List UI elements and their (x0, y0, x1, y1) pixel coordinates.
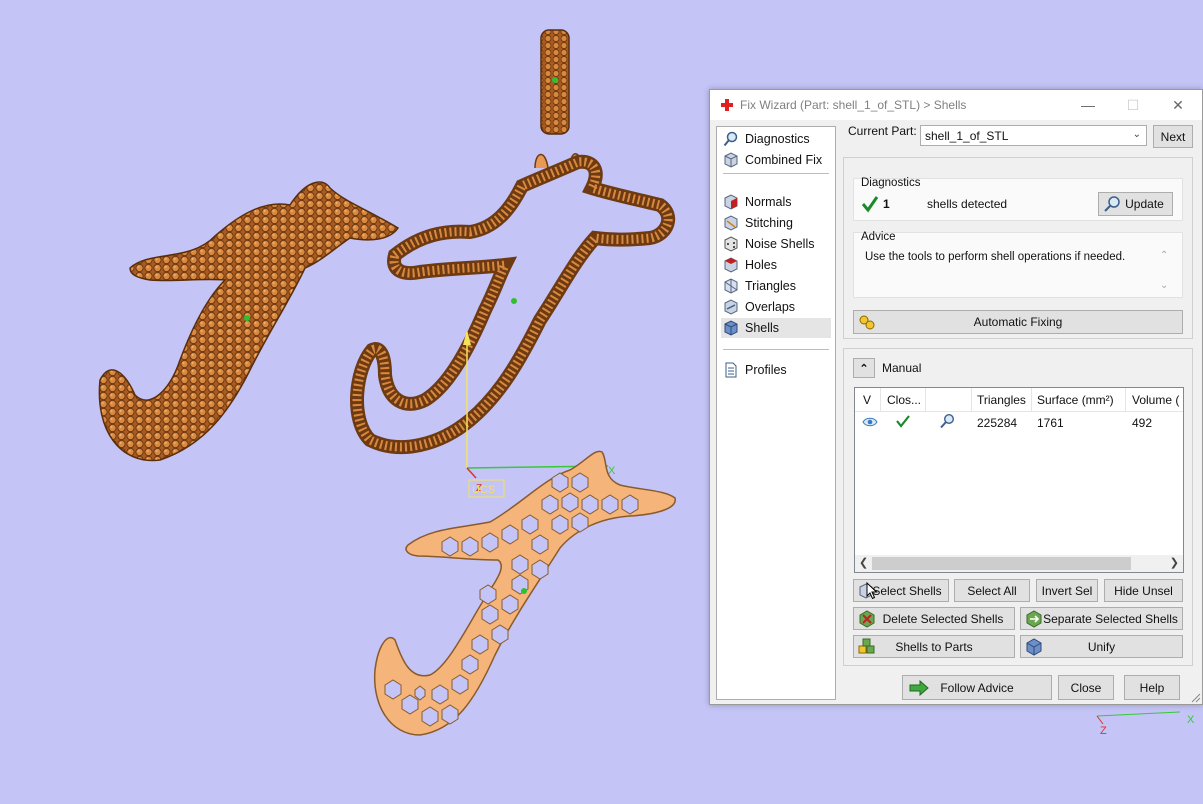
hide-unsel-button[interactable]: Hide Unsel (1104, 579, 1183, 602)
cube-unify-icon (1026, 637, 1042, 656)
nav-item-shells[interactable]: Shells (721, 318, 831, 338)
triangle-mesh-icon (724, 278, 738, 294)
automatic-fixing-button[interactable]: Automatic Fixing (853, 310, 1183, 334)
nav-item-stitching[interactable]: Stitching (721, 213, 831, 233)
document-icon (725, 362, 737, 378)
nav-item-holes[interactable]: Holes (721, 255, 831, 275)
arrow-right-icon (909, 679, 929, 696)
fix-wizard-dialog: Fix Wizard (Part: shell_1_of_STL) > Shel… (709, 89, 1203, 705)
scrollbar-thumb[interactable] (872, 557, 1131, 570)
nav-item-overlaps[interactable]: Overlaps (721, 297, 831, 317)
mini-axis-z-label: Z (1100, 725, 1107, 737)
diagnostics-heading: Diagnostics (861, 177, 921, 189)
close-window-button[interactable]: ✕ (1155, 90, 1201, 120)
shells-detected-text: shells detected (927, 197, 1008, 211)
cube-delete-icon (859, 609, 875, 628)
magnifier-icon (1104, 196, 1120, 212)
cell-surface: 1761 (1037, 416, 1064, 430)
cube-hole-icon (724, 257, 738, 273)
chevron-down-icon: ⌄ (1132, 129, 1141, 140)
nav-item-combined-fix[interactable]: Combined Fix (721, 150, 831, 170)
invert-sel-button[interactable]: Invert Sel (1036, 579, 1098, 602)
shells-to-parts-button[interactable]: Shells to Parts (853, 635, 1015, 658)
collapse-manual-button[interactable]: ⌃ (853, 358, 875, 378)
select-all-button[interactable]: Select All (954, 579, 1030, 602)
cube-blue-icon (724, 320, 738, 336)
mini-axes-indicator: X Z (1096, 711, 1195, 737)
delete-selected-shells-button[interactable]: Delete Selected Shells (853, 607, 1015, 630)
nav-item-noise-shells[interactable]: Noise Shells (721, 234, 831, 254)
magnifier-icon (723, 131, 738, 147)
ucs-label: UCS (472, 484, 495, 496)
red-cross-app-icon (721, 99, 733, 111)
checkmark-icon (861, 196, 879, 213)
column-header-visible[interactable]: V (863, 393, 871, 407)
minimize-button[interactable]: — (1065, 90, 1111, 120)
window-title: Fix Wizard (Part: shell_1_of_STL) > Shel… (740, 98, 967, 112)
column-header-closed[interactable]: Clos... (887, 393, 923, 407)
cube-stitch-icon (724, 215, 738, 231)
scroll-down-icon[interactable]: ⌄ (1160, 280, 1168, 291)
update-button[interactable]: Update (1098, 192, 1173, 216)
honeycomb-j-model (373, 450, 676, 736)
eye-icon[interactable] (862, 416, 878, 428)
gears-icon (859, 315, 875, 330)
current-part-label: Current Part: (848, 124, 917, 138)
scroll-left-icon[interactable]: ❮ (859, 556, 868, 569)
dice-icon (724, 236, 738, 252)
separate-selected-shells-button[interactable]: Separate Selected Shells (1020, 607, 1183, 630)
nav-item-triangles[interactable]: Triangles (721, 276, 831, 296)
shell-count: 1 (883, 197, 890, 211)
nav-item-profiles[interactable]: Profiles (721, 360, 831, 380)
maximize-button[interactable]: ☐ (1110, 90, 1156, 120)
shells-table[interactable]: V Clos... Triangles Surface (mm²) Volume… (854, 387, 1184, 573)
title-bar[interactable]: Fix Wizard (Part: shell_1_of_STL) > Shel… (710, 90, 1202, 120)
cell-triangles: 225284 (977, 416, 1018, 430)
checkmark-icon (896, 415, 910, 428)
scroll-up-icon[interactable]: ⌃ (1160, 250, 1168, 261)
current-part-select[interactable]: shell_1_of_STL ⌄ (920, 125, 1147, 146)
help-button[interactable]: Help (1124, 675, 1180, 700)
follow-advice-button[interactable]: Follow Advice (902, 675, 1052, 700)
nav-divider (723, 349, 829, 350)
cube-icon (724, 152, 738, 168)
mini-axis-x-label: X (1187, 714, 1195, 726)
close-button[interactable]: Close (1058, 675, 1114, 700)
table-header: V Clos... Triangles Surface (mm²) Volume… (855, 388, 1183, 412)
nav-divider (723, 173, 829, 174)
chevron-up-icon: ⌃ (859, 362, 869, 375)
wizard-nav-panel: Diagnostics Combined Fix Normals Stitchi… (716, 126, 836, 700)
next-button[interactable]: Next (1153, 125, 1193, 148)
column-header-triangles[interactable]: Triangles (977, 393, 1026, 407)
overlap-icon (724, 299, 738, 315)
advice-box (853, 232, 1183, 298)
cube-separate-icon (1026, 609, 1042, 628)
column-header-volume[interactable]: Volume ( (1132, 393, 1182, 407)
cube-red-face-icon (724, 194, 738, 210)
cubes-icon (858, 638, 875, 653)
current-part-value: shell_1_of_STL (925, 129, 1009, 143)
horizontal-scrollbar[interactable]: ❮ ❯ (855, 555, 1183, 572)
unify-button[interactable]: Unify (1020, 635, 1183, 658)
nav-item-normals[interactable]: Normals (721, 192, 831, 212)
nav-item-diagnostics[interactable]: Diagnostics (721, 129, 831, 149)
scroll-right-icon[interactable]: ❯ (1170, 556, 1179, 569)
magnifier-icon[interactable] (939, 413, 955, 429)
mouse-cursor-icon (866, 582, 878, 600)
cell-volume: 492 (1132, 416, 1153, 430)
advice-heading: Advice (861, 231, 896, 243)
column-header-surface[interactable]: Surface (mm²) (1037, 393, 1114, 407)
resize-grip-icon[interactable] (1191, 693, 1201, 703)
pave-j-outline-model (350, 29, 676, 454)
advice-text: Use the tools to perform shell operation… (865, 251, 1126, 263)
manual-label: Manual (882, 361, 922, 375)
